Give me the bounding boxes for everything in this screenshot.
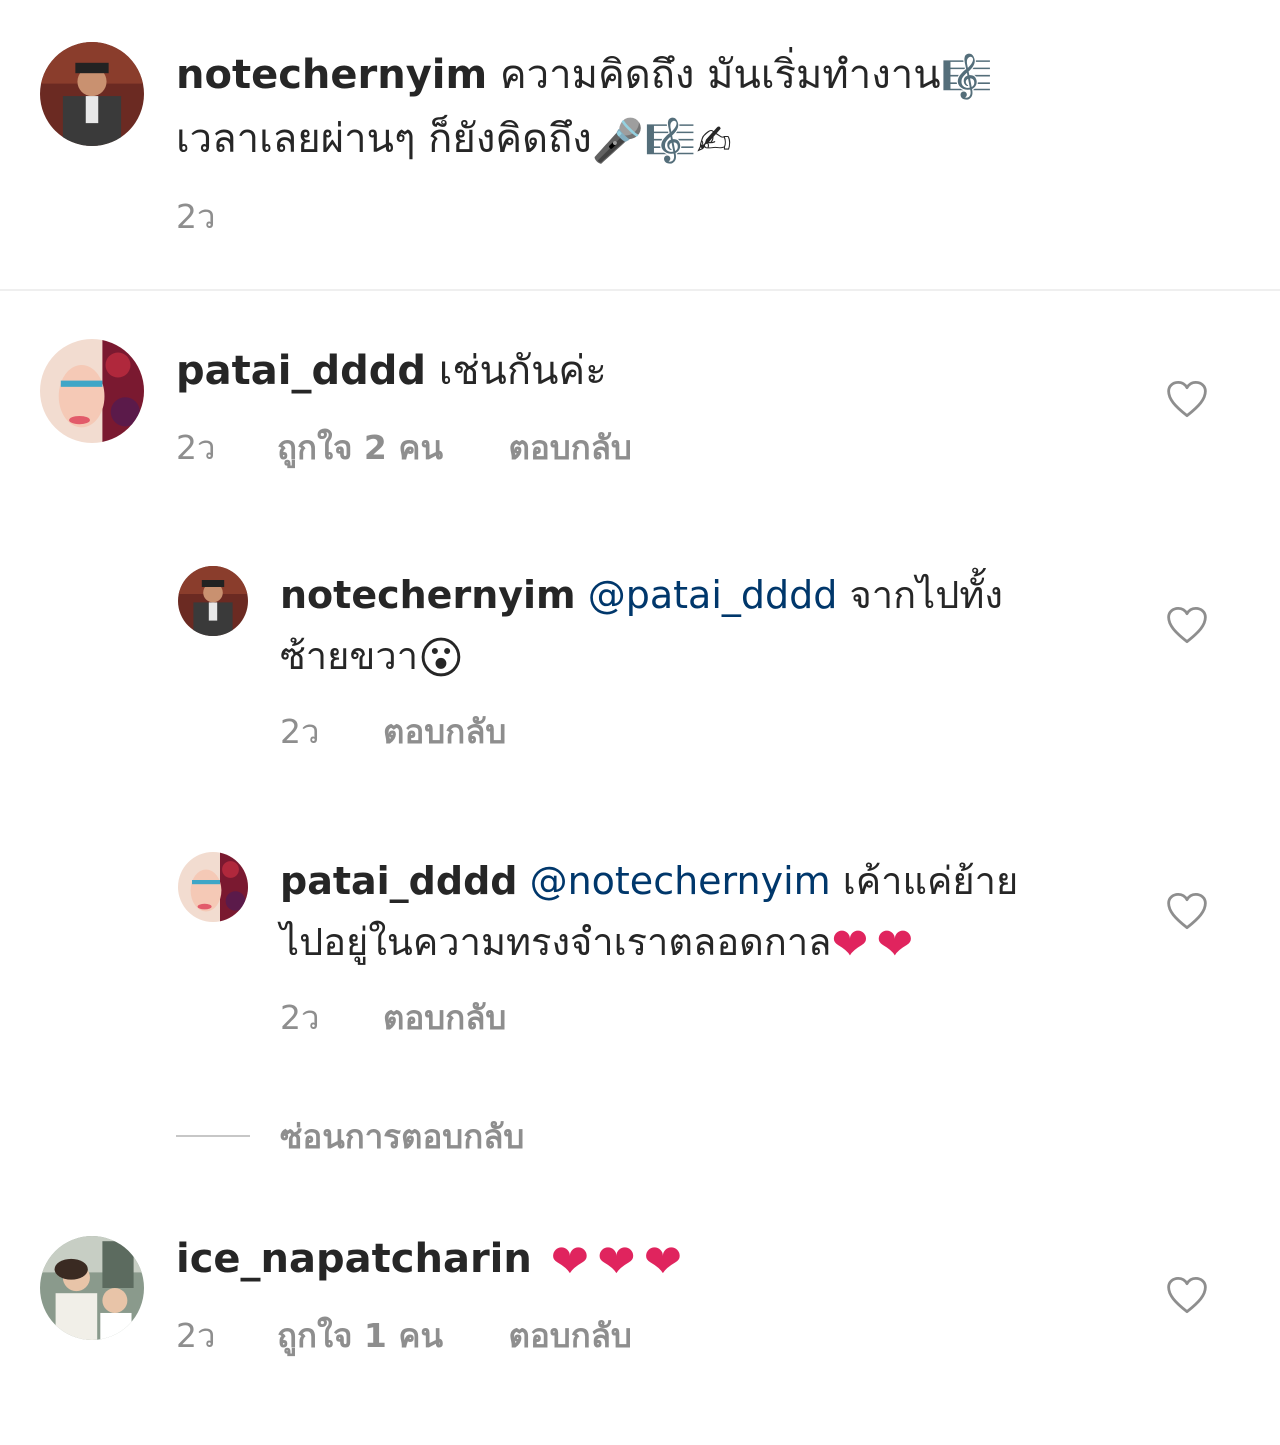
writing-hand-icon: ✍	[696, 116, 732, 165]
reply-body-line2: ไปอยู่ในความทรงจำเราตลอดกาล	[280, 920, 832, 964]
reply-body-line1: จากไปทั้ง	[849, 573, 1003, 617]
hide-replies-line	[176, 1135, 250, 1137]
caption-line2: เวลาเลยผ่านๆ ก็ยังคิดถึง	[176, 116, 592, 162]
reply-button[interactable]: ตอบกลับ	[383, 712, 506, 752]
music-score-icon: 🎼	[644, 116, 697, 165]
timestamp: 2ว	[176, 428, 216, 467]
avatar[interactable]	[40, 42, 144, 146]
reply-text: notechernyim @patai_dddd จากไปทั้ง ซ้ายข…	[280, 565, 1003, 689]
red-heart-icon: ❤	[831, 919, 869, 970]
music-score-icon: 🎼	[940, 52, 993, 101]
reply-text: patai_dddd @notechernyim เค้าแค่ย้าย ไปอ…	[280, 851, 1018, 975]
timestamp: 2ว	[280, 998, 320, 1037]
reply-username[interactable]: notechernyim	[280, 573, 576, 617]
caption-username[interactable]: notechernyim	[176, 52, 487, 98]
timestamp: 2ว	[176, 197, 216, 236]
timestamp: 2ว	[176, 1316, 216, 1355]
hide-replies-label[interactable]: ซ่อนการตอบกลับ	[280, 1117, 524, 1157]
caption-line1: ความคิดถึง มันเริ่มทำงาน	[499, 52, 941, 98]
microphone-icon: 🎤	[591, 116, 645, 165]
like-heart-icon[interactable]	[1166, 1275, 1208, 1315]
avatar[interactable]	[40, 339, 144, 443]
red-heart-icon: ❤	[643, 1234, 683, 1288]
divider	[0, 289, 1280, 291]
reply-button[interactable]: ตอบกลับ	[509, 1316, 632, 1356]
red-heart-icon: ❤	[876, 919, 914, 970]
like-heart-icon[interactable]	[1166, 605, 1208, 645]
reply-button[interactable]: ตอบกลับ	[509, 428, 632, 468]
reply-body-line2: ซ้ายขวา	[280, 634, 419, 678]
like-heart-icon[interactable]	[1166, 379, 1208, 419]
likes-count[interactable]: ถูกใจ 1 คน	[277, 1316, 443, 1356]
comment-meta: 2ว ถูกใจ 2 คน ตอบกลับ	[176, 428, 632, 468]
mention-link[interactable]: @notechernyim	[530, 859, 831, 903]
caption-meta: 2ว	[176, 197, 216, 237]
hide-replies-button[interactable]: ซ่อนการตอบกลับ	[280, 1117, 524, 1157]
reply-body-line1: เค้าแค่ย้าย	[842, 859, 1019, 903]
caption-text: notechernyim ความคิดถึง มันเริ่มทำงาน🎼 เ…	[176, 44, 993, 172]
comment-username[interactable]: patai_dddd	[176, 348, 426, 394]
surprised-face-icon: 😮	[418, 633, 464, 684]
comment-username[interactable]: ice_napatcharin	[176, 1236, 532, 1282]
reply-button[interactable]: ตอบกลับ	[383, 998, 506, 1038]
comment-text: patai_dddd เช่นกันค่ะ	[176, 340, 607, 402]
reply-meta: 2ว ตอบกลับ	[280, 998, 506, 1038]
like-heart-icon[interactable]	[1166, 891, 1208, 931]
likes-count[interactable]: ถูกใจ 2 คน	[277, 428, 443, 468]
comment-text: ice_napatcharin ❤ ❤ ❤	[176, 1228, 682, 1292]
reply-username[interactable]: patai_dddd	[280, 859, 517, 903]
timestamp: 2ว	[280, 712, 320, 751]
avatar[interactable]	[40, 1236, 144, 1340]
avatar[interactable]	[178, 566, 248, 636]
mention-link[interactable]: @patai_dddd	[588, 573, 838, 617]
comment-meta: 2ว ถูกใจ 1 คน ตอบกลับ	[176, 1316, 632, 1356]
avatar[interactable]	[178, 852, 248, 922]
reply-meta: 2ว ตอบกลับ	[280, 712, 506, 752]
comment-body: เช่นกันค่ะ	[438, 348, 607, 394]
red-heart-icon: ❤	[597, 1234, 636, 1288]
red-heart-icon: ❤	[550, 1234, 590, 1288]
